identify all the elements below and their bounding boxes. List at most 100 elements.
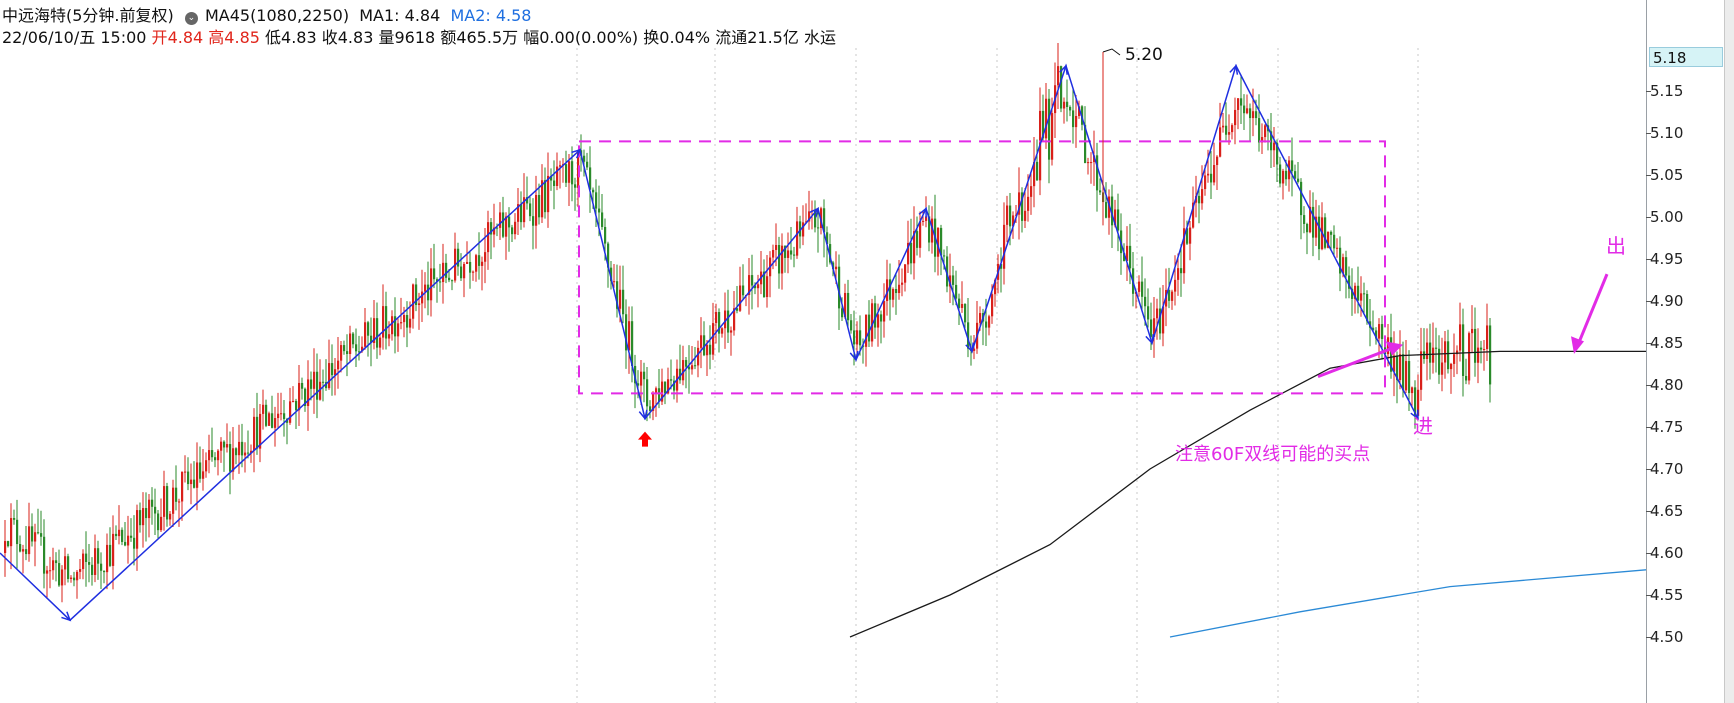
high-value: 4.85	[224, 28, 260, 47]
candle-body	[1345, 257, 1348, 276]
candle-body	[235, 448, 238, 456]
candle-body	[640, 371, 643, 386]
candle-body	[1117, 209, 1120, 231]
axis-tick-label: 5.10	[1650, 124, 1684, 142]
candle-body	[571, 161, 574, 185]
candle-body	[1486, 325, 1489, 349]
candle-body	[646, 379, 649, 407]
candle-body	[73, 577, 76, 581]
candle-body	[604, 226, 607, 244]
candle-body	[955, 284, 958, 299]
candle-body	[880, 314, 883, 322]
candle-body	[133, 537, 136, 549]
candle-body	[1072, 110, 1075, 128]
candle-body	[1066, 101, 1069, 108]
candle-body	[553, 180, 556, 186]
axis-tick-mark	[1646, 595, 1651, 596]
axis-tick-label: 5.00	[1650, 208, 1684, 226]
candle-body	[418, 303, 421, 305]
ma1-line	[849, 350, 1646, 638]
candle-body	[271, 413, 274, 428]
candle-body	[100, 563, 103, 571]
candle-body	[1468, 333, 1471, 381]
candle-body	[991, 294, 994, 317]
header-line-2: 22/06/10/五 15:00 开4.84 高4.85 低4.83 收4.83…	[2, 24, 836, 48]
candle-body	[856, 330, 859, 345]
candle-body	[751, 275, 754, 286]
candle-body	[1177, 268, 1180, 280]
moving-average-lines	[849, 350, 1646, 638]
candle-body	[835, 266, 838, 270]
candle-body	[34, 532, 37, 542]
axis-separator	[1646, 0, 1647, 703]
candle-body	[565, 164, 568, 183]
open-label: 开	[151, 28, 168, 47]
candle-body	[337, 360, 340, 370]
candle-body	[538, 194, 541, 218]
candle-body	[481, 261, 484, 266]
axis-tick-mark	[1646, 427, 1651, 428]
axis-tick-mark	[1646, 175, 1651, 176]
candle-body	[127, 535, 130, 546]
candle-body	[109, 544, 112, 566]
sell-arrow-line	[1575, 273, 1609, 348]
candle-body	[58, 563, 61, 586]
candle-body	[853, 330, 856, 345]
candle-body	[985, 321, 988, 328]
candle-body	[544, 180, 547, 213]
right-scrollbar[interactable]	[1724, 0, 1734, 703]
candle-body	[1453, 354, 1456, 364]
candle-body	[1408, 361, 1411, 394]
candle-body	[775, 244, 778, 250]
candle-body	[1231, 125, 1234, 133]
low-value: 低4.83	[265, 28, 317, 47]
candle-body	[28, 526, 31, 555]
candle-body	[772, 249, 775, 258]
candle-body	[181, 471, 184, 502]
candle-body	[1360, 293, 1363, 301]
candle-body	[1063, 101, 1066, 109]
turnover-value: 换0.04%	[643, 28, 711, 47]
candle-body	[226, 444, 229, 448]
candle-body	[1405, 361, 1408, 391]
candle-body	[88, 562, 91, 565]
candle-body	[532, 216, 535, 226]
candle-body	[301, 382, 304, 389]
candle-body	[1318, 216, 1321, 250]
candle-body	[124, 541, 127, 546]
candle-body	[1030, 186, 1033, 197]
candle-body	[1243, 105, 1246, 114]
candle-body	[1312, 206, 1315, 238]
candle-body	[694, 365, 697, 367]
candle-body	[1057, 66, 1060, 86]
candle-body	[943, 255, 946, 257]
candle-body	[367, 322, 370, 336]
candle-body	[715, 312, 718, 324]
candle-body	[196, 462, 199, 488]
candle-body	[475, 255, 478, 272]
candle-body	[601, 212, 604, 227]
candle-body	[664, 381, 667, 394]
candle-body	[1048, 98, 1051, 160]
candle-body	[313, 371, 316, 389]
candle-body	[1036, 161, 1039, 181]
candle-body	[757, 284, 760, 289]
candle-body	[154, 506, 157, 514]
candle-body	[406, 315, 409, 328]
ma45-label: MA45(1080,2250)	[204, 6, 350, 25]
candle-body	[247, 452, 250, 454]
candle-body	[508, 216, 511, 228]
candle-body	[877, 314, 880, 328]
candle-body	[1204, 175, 1207, 190]
candle-body	[535, 194, 538, 226]
candle-body	[262, 404, 265, 414]
stock-title[interactable]: 中远海特(5分钟.前复权)	[2, 6, 174, 25]
candle-body	[22, 549, 25, 552]
candle-body	[187, 471, 190, 485]
candle-body	[184, 471, 187, 473]
axis-tick-mark	[1646, 133, 1651, 134]
candle-body	[139, 510, 142, 526]
candle-body	[205, 460, 208, 472]
candle-body	[229, 444, 232, 472]
candle-body	[1471, 328, 1474, 334]
